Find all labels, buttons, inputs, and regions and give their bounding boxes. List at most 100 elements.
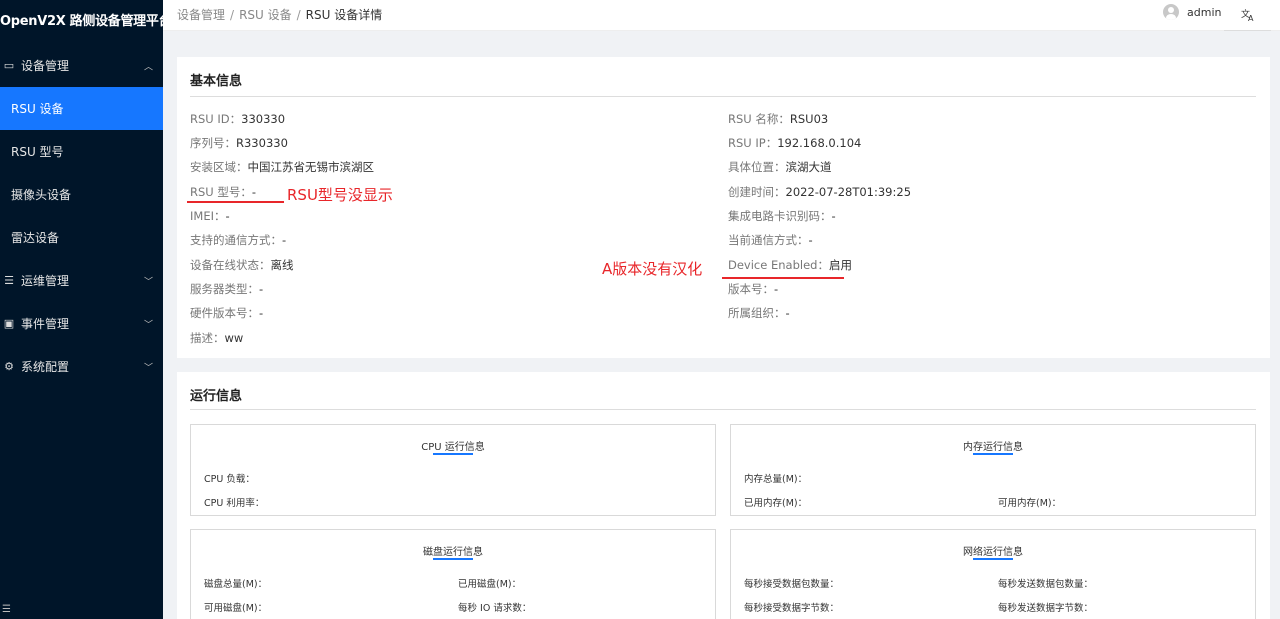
field-label: 服务器类型：: [190, 282, 259, 296]
field-value: 中国江苏省无锡市滨湖区: [247, 160, 375, 174]
menu-collapse-icon[interactable]: ☰: [2, 604, 11, 615]
field-label: RSU IP：: [728, 136, 778, 150]
field-value: 330330: [241, 112, 286, 126]
field-value: -: [774, 282, 779, 296]
user-menu[interactable]: admin: [1163, 4, 1221, 20]
field-description: 描述：ww: [190, 330, 243, 346]
annotation-underline-model: [187, 201, 284, 203]
field-label: 版本号：: [728, 282, 774, 296]
field-value: -: [251, 185, 257, 199]
field-label: IMEI：: [190, 209, 226, 223]
sidebar-item-label: 摄像头设备: [11, 188, 72, 202]
field-organization: 所属组织：-: [728, 305, 790, 321]
field-rsu-id: RSU ID：330330: [190, 111, 285, 127]
memory-free-label: 可用内存(M)：: [998, 498, 1062, 509]
field-imei: IMEI：-: [190, 208, 230, 224]
disk-info-panel: 磁盘运行信息 磁盘总量(M)： 已用磁盘(M)： 可用磁盘(M)： 每秒 IO …: [190, 529, 716, 619]
breadcrumb: 设备管理 / RSU 设备 / RSU 设备详情: [177, 6, 382, 23]
memory-total-label: 内存总量(M)：: [744, 474, 808, 485]
field-value: 启用: [828, 258, 852, 272]
field-supported-comm: 支持的通信方式：-: [190, 232, 286, 248]
field-label: 集成电路卡识别码：: [728, 209, 832, 223]
field-label: 序列号：: [190, 136, 236, 150]
sidebar-item-radar-device[interactable]: 雷达设备: [0, 216, 163, 259]
breadcrumb-separator: /: [296, 8, 301, 22]
field-value: -: [808, 233, 813, 247]
title-underline: [433, 558, 473, 560]
cpu-info-panel: CPU 运行信息 CPU 负载： CPU 利用率：: [190, 424, 716, 516]
menu-group-ops-management[interactable]: ☰ 运维管理 ﹀: [0, 259, 163, 302]
field-label: RSU ID：: [190, 112, 242, 126]
cpu-load-label: CPU 负载：: [204, 474, 255, 485]
field-current-comm: 当前通信方式：-: [728, 232, 813, 248]
field-location: 具体位置：滨湖大道: [728, 159, 832, 175]
field-label: 安装区域：: [190, 160, 248, 174]
basic-info-title: 基本信息: [190, 74, 243, 89]
field-serial-number: 序列号：R330330: [190, 135, 288, 151]
divider: [190, 409, 1256, 410]
field-value: 离线: [270, 258, 294, 272]
network-info-title: 网络运行信息: [963, 547, 1023, 558]
breadcrumb-item-rsu-device[interactable]: RSU 设备: [239, 8, 292, 22]
field-version: 版本号：-: [728, 281, 778, 297]
menu-group-label: 事件管理: [21, 317, 70, 331]
disk-free-label: 可用磁盘(M)：: [204, 603, 268, 614]
field-label: 描述：: [190, 331, 225, 345]
field-label: 所属组织：: [728, 306, 786, 320]
chevron-down-icon: ﹀: [143, 363, 153, 373]
field-value: -: [785, 306, 790, 320]
rx-bytes-label: 每秒接受数据字节数：: [744, 603, 840, 614]
menu-group-label: 系统配置: [21, 360, 70, 374]
field-value: 192.168.0.104: [777, 136, 862, 150]
menu-group-device-management[interactable]: ▭ 设备管理 ︿: [0, 44, 163, 87]
field-value: R330330: [236, 136, 288, 150]
field-value: -: [225, 209, 230, 223]
field-iccid: 集成电路卡识别码：-: [728, 208, 836, 224]
rx-packets-label: 每秒接受数据包数量：: [744, 579, 840, 590]
title-underline: [433, 453, 473, 455]
annotation-underline-device-enabled: [722, 277, 844, 279]
annotation-not-localized: A版本没有汉化: [602, 260, 703, 278]
disk-iops-label: 每秒 IO 请求数：: [458, 603, 532, 614]
translate-icon: 文 A: [1241, 8, 1254, 22]
runtime-info-title: 运行信息: [190, 389, 243, 404]
field-label: Device Enabled：: [728, 258, 829, 272]
breadcrumb-item-device-management[interactable]: 设备管理: [177, 8, 225, 22]
menu-group-system-config[interactable]: ⚙ 系统配置 ﹀: [0, 345, 163, 388]
menu-group-event-management[interactable]: ▣ 事件管理 ﹀: [0, 302, 163, 345]
field-created-time: 创建时间：2022-07-28T01:39:25: [728, 184, 911, 200]
field-label: RSU 型号：: [190, 185, 252, 199]
sidebar-item-label: 雷达设备: [11, 231, 60, 245]
language-switch-button[interactable]: 文 A: [1224, 0, 1271, 31]
memory-info-panel: 内存运行信息 内存总量(M)： 已用内存(M)： 可用内存(M)：: [730, 424, 1256, 516]
disk-info-title: 磁盘运行信息: [423, 547, 483, 558]
field-rsu-name: RSU 名称：RSU03: [728, 111, 828, 127]
field-label: 硬件版本号：: [190, 306, 259, 320]
field-label: 支持的通信方式：: [190, 233, 282, 247]
tx-bytes-label: 每秒发送数据字节数：: [998, 603, 1094, 614]
basic-info-card: 基本信息 RSU ID：330330 序列号：R330330 安装区域：中国江苏…: [177, 57, 1270, 358]
cpu-info-title: CPU 运行信息: [421, 442, 485, 453]
divider: [190, 96, 1256, 97]
sidebar-item-rsu-device[interactable]: RSU 设备: [0, 87, 163, 130]
field-label: RSU 名称：: [728, 112, 790, 126]
title-underline: [973, 558, 1013, 560]
field-online-status: 设备在线状态：离线: [190, 257, 294, 273]
svg-text:A: A: [1248, 14, 1254, 22]
menu-group-label: 设备管理: [21, 59, 70, 73]
cpu-usage-label: CPU 利用率：: [204, 498, 265, 509]
avatar: [1163, 4, 1179, 20]
chevron-down-icon: ﹀: [143, 320, 153, 330]
memory-used-label: 已用内存(M)：: [744, 498, 808, 509]
field-rsu-model: RSU 型号：-: [190, 184, 256, 200]
field-value: ww: [224, 331, 244, 345]
menu-group-label: 运维管理: [21, 274, 70, 288]
sidebar-item-rsu-model[interactable]: RSU 型号: [0, 130, 163, 173]
tx-packets-label: 每秒发送数据包数量：: [998, 579, 1094, 590]
field-label: 设备在线状态：: [190, 258, 271, 272]
field-hardware-version: 硬件版本号：-: [190, 305, 263, 321]
field-rsu-ip: RSU IP：192.168.0.104: [728, 135, 861, 151]
disk-total-label: 磁盘总量(M)：: [204, 579, 268, 590]
field-value: -: [282, 233, 287, 247]
sidebar-item-camera-device[interactable]: 摄像头设备: [0, 173, 163, 216]
